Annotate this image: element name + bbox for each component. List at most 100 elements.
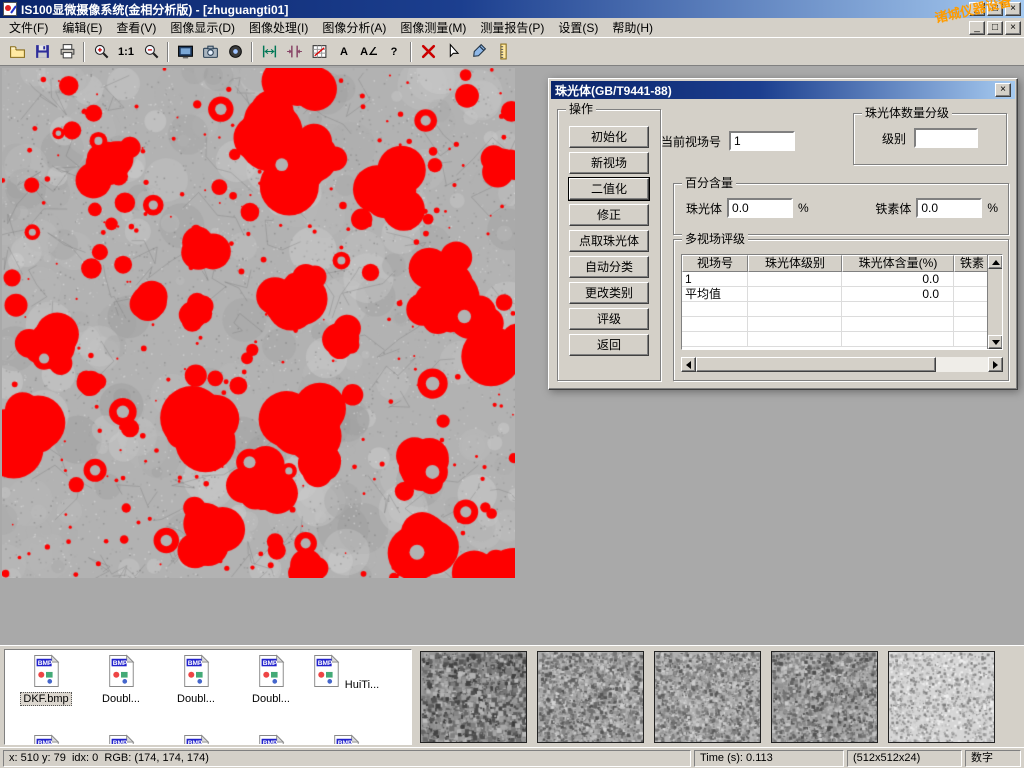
metallographic-image[interactable] xyxy=(2,68,515,578)
op-button[interactable]: 评级 xyxy=(569,308,649,330)
file-item[interactable]: BMPDoubl... xyxy=(84,654,158,706)
open-folder-icon[interactable] xyxy=(5,40,29,63)
capture-frame-icon[interactable] xyxy=(173,40,197,63)
file-item[interactable]: BMP xyxy=(234,734,308,745)
table-cell xyxy=(748,332,842,346)
image-thumbnail[interactable] xyxy=(420,651,527,743)
toolbar-separator xyxy=(410,42,412,62)
scroll-down-icon[interactable] xyxy=(988,335,1003,349)
zoom-in-glyph xyxy=(93,43,110,60)
save-icon[interactable] xyxy=(30,40,54,63)
menu-item[interactable]: 测量报告(P) xyxy=(473,17,551,38)
vertical-ruler-icon[interactable] xyxy=(491,40,515,63)
close-icon[interactable]: × xyxy=(1005,2,1021,16)
camera-glyph xyxy=(202,43,219,60)
file-item[interactable]: BMP xyxy=(309,734,383,745)
zoom-out-icon[interactable] xyxy=(139,40,163,63)
table-header-cell[interactable]: 铁素 xyxy=(954,255,989,272)
op-button[interactable]: 更改类别 xyxy=(569,282,649,304)
titlebar[interactable]: IS100显微摄像系统(金相分析版) - [zhuguangti01] _ □ … xyxy=(0,0,1024,18)
grade-input[interactable] xyxy=(914,128,978,148)
file-item[interactable]: BMP xyxy=(159,734,233,745)
image-thumbnail[interactable] xyxy=(537,651,644,743)
op-button[interactable]: 自动分类 xyxy=(569,256,649,278)
minimize-icon[interactable]: _ xyxy=(969,2,985,16)
maximize-icon[interactable]: □ xyxy=(987,2,1003,16)
camera-icon[interactable] xyxy=(198,40,222,63)
print-icon[interactable] xyxy=(55,40,79,63)
ferrite-input[interactable] xyxy=(916,198,982,218)
op-button[interactable]: 返回 xyxy=(569,334,649,356)
menu-item[interactable]: 图像测量(M) xyxy=(393,17,473,38)
table-cell xyxy=(748,287,842,301)
file-name: Doubl... xyxy=(174,692,218,706)
color-picker-icon[interactable] xyxy=(466,40,490,63)
file-item[interactable]: BMPDoubl... xyxy=(234,654,308,706)
vertical-scrollbar[interactable] xyxy=(987,255,1002,349)
mdi-restore-icon[interactable]: □ xyxy=(987,21,1003,35)
table-body: 10.0平均值0.0 xyxy=(682,272,1002,347)
svg-text:BMP: BMP xyxy=(188,660,203,667)
menu-item[interactable]: 设置(S) xyxy=(551,17,605,38)
file-item[interactable]: BMPHuiTi... xyxy=(309,654,383,692)
mdi-minimize-icon[interactable]: _ xyxy=(969,21,985,35)
op-button[interactable]: 点取珠光体 xyxy=(569,230,649,252)
video-icon[interactable] xyxy=(223,40,247,63)
measure-grid-icon[interactable] xyxy=(307,40,331,63)
scrollbar-track[interactable] xyxy=(696,357,988,372)
cut-red-icon[interactable] xyxy=(416,40,440,63)
bmp-file-icon: BMP xyxy=(105,654,137,688)
current-field-input[interactable] xyxy=(729,131,795,151)
statusbar: x: 510 y: 79 idx: 0 RGB: (174, 174, 174)… xyxy=(0,747,1024,768)
pearlite-input[interactable] xyxy=(727,198,793,218)
scrollbar-thumb[interactable] xyxy=(696,357,936,372)
dialog-titlebar[interactable]: 珠光体(GB/T9441-88) × xyxy=(551,81,1015,99)
table-row[interactable]: 平均值0.0 xyxy=(682,287,987,302)
scroll-right-icon[interactable] xyxy=(988,357,1003,372)
table-header-cell[interactable]: 视场号 xyxy=(682,255,748,272)
mdi-close-icon[interactable]: × xyxy=(1005,21,1021,35)
menu-item[interactable]: 图像显示(D) xyxy=(163,17,242,38)
image-thumbnail[interactable] xyxy=(888,651,995,743)
file-item[interactable]: BMP xyxy=(9,734,83,745)
angle-annotation-icon[interactable]: A∠ xyxy=(357,40,381,63)
menu-items: 文件(F)编辑(E)查看(V)图像显示(D)图像处理(I)图像分析(A)图像测量… xyxy=(2,17,660,38)
op-button[interactable]: 新视场 xyxy=(569,152,649,174)
caliper-outer-icon[interactable] xyxy=(282,40,306,63)
help-icon[interactable]: ? xyxy=(382,40,406,63)
file-item[interactable]: BMPDKF.bmp xyxy=(9,654,83,706)
horizontal-scrollbar[interactable] xyxy=(681,357,1003,372)
table-cell xyxy=(842,332,954,346)
image-thumbnail[interactable] xyxy=(654,651,761,743)
image-thumbnail[interactable] xyxy=(771,651,878,743)
pointer-select-icon[interactable] xyxy=(441,40,465,63)
menu-item[interactable]: 图像分析(A) xyxy=(315,17,393,38)
zoom-in-icon[interactable] xyxy=(89,40,113,63)
operation-buttons: 初始化新视场二值化修正点取珠光体自动分类更改类别评级返回 xyxy=(558,126,660,356)
table-row[interactable]: 10.0 xyxy=(682,272,987,287)
operation-group-label: 操作 xyxy=(566,102,596,116)
op-button[interactable]: 初始化 xyxy=(569,126,649,148)
bmp-file-icon: BMP xyxy=(310,654,342,688)
menu-item[interactable]: 编辑(E) xyxy=(55,17,109,38)
file-item[interactable]: BMP xyxy=(84,734,158,745)
op-button[interactable]: 修正 xyxy=(569,204,649,226)
menu-item[interactable]: 帮助(H) xyxy=(605,17,660,38)
file-item[interactable]: BMP Doubl... xyxy=(159,654,233,706)
table-cell xyxy=(748,302,842,316)
dialog-close-icon[interactable]: × xyxy=(995,83,1011,97)
scroll-up-icon[interactable] xyxy=(988,255,1003,269)
operation-group: 操作 初始化新视场二值化修正点取珠光体自动分类更改类别评级返回 xyxy=(557,109,661,381)
menu-item[interactable]: 查看(V) xyxy=(109,17,163,38)
table-header-cell[interactable]: 珠光体含量(%) xyxy=(842,255,954,272)
op-button[interactable]: 二值化 xyxy=(569,178,649,200)
bmp-file-icon: BMP xyxy=(330,734,362,745)
scroll-left-icon[interactable] xyxy=(681,357,696,372)
actual-size-icon[interactable]: 1:1 xyxy=(114,40,138,63)
caliper-inner-icon[interactable] xyxy=(257,40,281,63)
table-header-cell[interactable]: 珠光体级别 xyxy=(748,255,842,272)
caliper-inner-glyph xyxy=(261,43,278,60)
text-annotation-icon[interactable]: A xyxy=(332,40,356,63)
menu-item[interactable]: 图像处理(I) xyxy=(242,17,315,38)
menu-item[interactable]: 文件(F) xyxy=(2,17,55,38)
